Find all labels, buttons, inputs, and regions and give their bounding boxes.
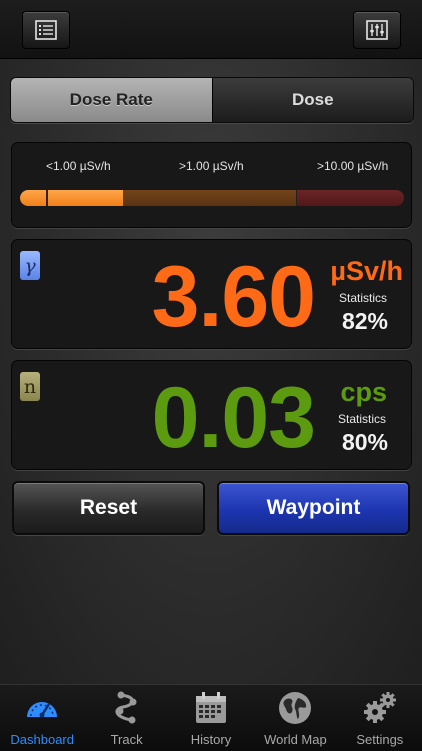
tab-label-settings: Settings — [356, 732, 404, 747]
dashboard-main: Dose Rate Dose <1.00 µSv/h >1.00 µSv/h >… — [0, 59, 422, 684]
tab-settings[interactable]: Settings — [338, 685, 422, 751]
segment-dose[interactable]: Dose — [211, 78, 413, 122]
dose-rate-scale-panel: <1.00 µSv/h >1.00 µSv/h >10.00 µSv/h — [11, 142, 412, 228]
scale-label-mid: >1.00 µSv/h — [179, 159, 244, 173]
globe-icon — [279, 692, 312, 724]
gamma-statistics-value: 82% — [341, 308, 388, 334]
level-bar-fill — [20, 190, 124, 206]
dose-rate-level-bar — [20, 190, 404, 206]
gamma-dose-rate-value: 3.60 — [151, 249, 316, 345]
gamma-reading-panel: γ 3.60 µSv/h Statistics 82% — [11, 239, 412, 349]
neutron-statistics-label: Statistics — [337, 412, 386, 426]
neutron-unit: cps — [340, 377, 387, 407]
tab-bar: Dashboard Track History World Map Settin… — [0, 684, 422, 751]
gears-icon — [363, 692, 396, 723]
level-bar-normal-zone — [20, 190, 296, 206]
tab-label-dashboard: Dashboard — [10, 732, 74, 747]
neutron-badge: n — [20, 372, 40, 401]
level-bar-high-zone — [295, 190, 404, 206]
tab-label-world-map: World Map — [264, 732, 327, 747]
segment-dose-rate[interactable]: Dose Rate — [11, 78, 212, 122]
neutron-statistics-value: 80% — [341, 429, 388, 455]
tab-history[interactable]: History — [169, 685, 253, 751]
gauge-icon — [27, 702, 58, 718]
tab-label-history: History — [190, 732, 232, 747]
tab-track[interactable]: Track — [84, 685, 168, 751]
gamma-unit: µSv/h — [330, 256, 403, 286]
neutron-reading-panel: n 0.03 cps Statistics 80% — [11, 360, 412, 470]
tab-world-map[interactable]: World Map — [253, 685, 337, 751]
gamma-statistics-label: Statistics — [338, 291, 387, 305]
track-icon — [115, 691, 137, 724]
reset-button[interactable]: Reset — [12, 481, 205, 535]
top-bar — [0, 0, 422, 59]
scale-label-low: <1.00 µSv/h — [46, 159, 111, 173]
neutron-count-value: 0.03 — [151, 370, 316, 466]
scale-label-high: >10.00 µSv/h — [317, 159, 389, 173]
calendar-icon — [196, 692, 227, 723]
dose-mode-segmented-control: Dose Rate Dose — [10, 77, 414, 123]
waypoint-button[interactable]: Waypoint — [217, 481, 410, 535]
sliders-icon — [366, 20, 388, 40]
settings-sliders-button[interactable] — [353, 11, 401, 49]
tab-dashboard[interactable]: Dashboard — [0, 685, 84, 751]
menu-list-button[interactable] — [22, 11, 70, 49]
level-bar-threshold-marker — [46, 190, 48, 206]
gamma-badge: γ — [20, 251, 40, 280]
list-icon — [35, 20, 57, 40]
tab-label-track: Track — [110, 732, 143, 747]
